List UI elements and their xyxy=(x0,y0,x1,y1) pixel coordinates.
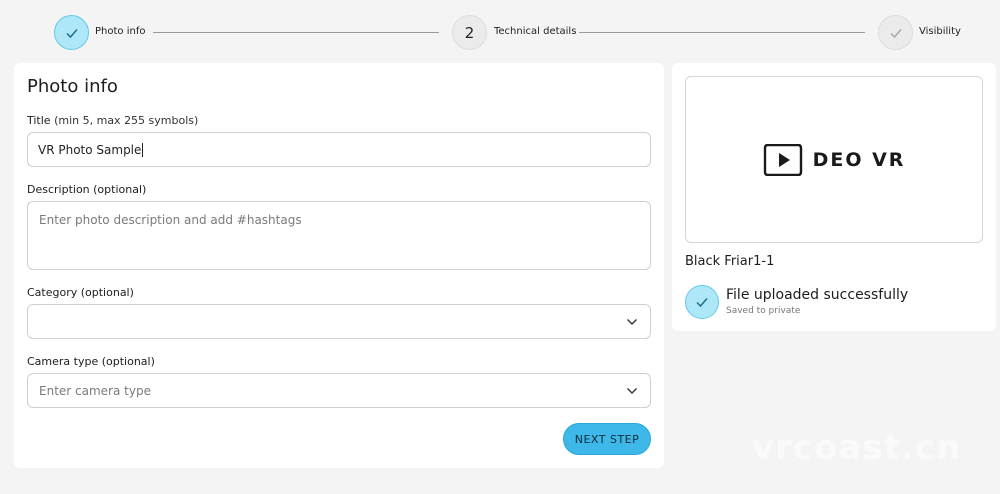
upload-status: File uploaded successfully xyxy=(726,287,909,303)
description-placeholder: Enter photo description and add #hashtag… xyxy=(39,213,302,227)
upload-substatus: Saved to private xyxy=(726,306,801,316)
step-connector xyxy=(579,32,865,33)
title-input-value: VR Photo Sample xyxy=(38,142,142,157)
step-connector xyxy=(153,32,439,33)
chevron-down-icon xyxy=(627,318,637,325)
next-step-button[interactable]: NEXT STEP xyxy=(563,423,651,455)
description-textarea[interactable]: Enter photo description and add #hashtag… xyxy=(27,201,651,270)
title-hint: (min 5, max 255 symbols) xyxy=(54,114,199,127)
camera-type-placeholder: Enter camera type xyxy=(39,383,151,398)
title-label-text: Title xyxy=(27,114,51,127)
category-label: Category (optional) xyxy=(27,286,134,299)
title-label: Title (min 5, max 255 symbols) xyxy=(27,114,198,127)
text-caret xyxy=(142,142,144,157)
step-3-check-icon[interactable] xyxy=(878,15,913,50)
step-1-check-icon[interactable] xyxy=(54,15,89,50)
camera-type-select[interactable]: Enter camera type xyxy=(27,373,651,408)
deovr-logo: DEO VR xyxy=(763,143,906,176)
preview-card: DEO VR Black Friar1-1 File uploaded succ… xyxy=(672,63,996,331)
category-select[interactable] xyxy=(27,304,651,339)
upload-success-check-icon xyxy=(685,285,719,319)
title-input[interactable]: VR Photo Sample xyxy=(27,132,651,167)
file-name: Black Friar1-1 xyxy=(685,254,775,269)
description-label: Description (optional) xyxy=(27,183,147,196)
logo-text: DEO VR xyxy=(812,148,906,171)
watermark: vrcoast.cn xyxy=(752,428,962,468)
stepper: Photo info 2 Technical details Visibilit… xyxy=(0,0,1000,64)
step-3-label: Visibility xyxy=(919,26,961,37)
play-icon xyxy=(763,143,802,176)
form-heading: Photo info xyxy=(27,76,118,97)
photo-preview: DEO VR xyxy=(685,76,983,243)
photo-info-form: Photo info Title (min 5, max 255 symbols… xyxy=(14,63,664,468)
chevron-down-icon xyxy=(627,387,637,394)
step-2-label: Technical details xyxy=(494,26,577,37)
camera-type-label: Camera type (optional) xyxy=(27,355,155,368)
step-2-number[interactable]: 2 xyxy=(452,15,487,50)
step-1-label: Photo info xyxy=(95,26,146,37)
